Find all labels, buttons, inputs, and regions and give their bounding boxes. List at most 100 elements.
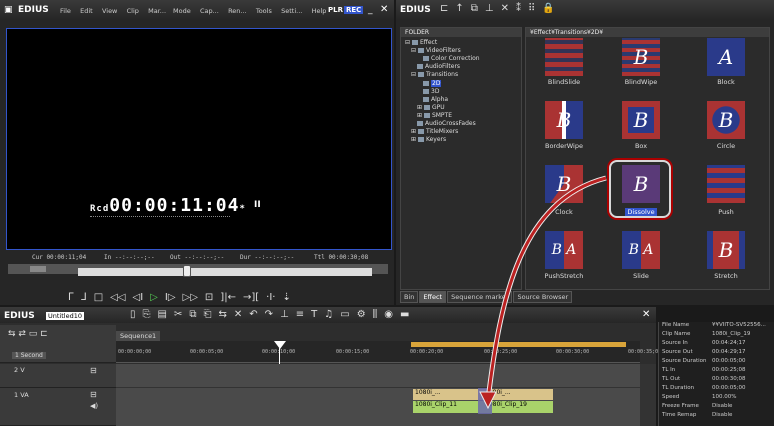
- playhead-marker[interactable]: [274, 341, 286, 349]
- playback-slider[interactable]: [78, 268, 372, 276]
- tile-stretch[interactable]: B: [707, 231, 745, 269]
- tree-item-3d[interactable]: 3D: [423, 88, 439, 95]
- menu-settings[interactable]: Setti...: [281, 7, 302, 15]
- track-1va-icon[interactable]: ⊟: [90, 390, 97, 399]
- insert-icon[interactable]: ]|←: [220, 292, 236, 303]
- tree-item-gpu[interactable]: ⊞ GPU: [417, 104, 445, 111]
- track-tools-icon[interactable]: ⇆ ⇄ ▭ ⊏: [8, 329, 48, 339]
- folder-icon[interactable]: ⊏: [440, 3, 448, 14]
- tile-box[interactable]: B: [622, 101, 660, 139]
- open-icon[interactable]: ⎘: [143, 309, 151, 320]
- cut-icon[interactable]: ✂: [174, 309, 182, 320]
- tree-item-titlemixers[interactable]: ⊞ TitleMixers: [411, 128, 458, 135]
- timescale-select[interactable]: 1 Second: [12, 352, 46, 359]
- tree-item-audiocrossfades[interactable]: AudioCrossFades: [417, 120, 476, 127]
- track-header-1va[interactable]: 1 VA ⊟ ◀): [0, 388, 116, 426]
- menu-mode[interactable]: Mode: [173, 7, 191, 15]
- tile-dissolve[interactable]: B: [622, 165, 660, 203]
- ripple-icon[interactable]: ⇆: [219, 309, 227, 320]
- tab-bin[interactable]: Bin: [400, 291, 419, 303]
- tile-push[interactable]: [707, 165, 745, 203]
- menu-clip[interactable]: Clip: [127, 7, 139, 15]
- menu-tools[interactable]: Tools: [256, 7, 272, 15]
- settings-icon[interactable]: ⚙: [357, 309, 366, 320]
- paste-icon[interactable]: ⎗: [204, 309, 212, 320]
- menu-file[interactable]: File: [60, 7, 71, 15]
- export-icon[interactable]: ⇣: [282, 292, 290, 303]
- project-name[interactable]: Untitled10: [46, 312, 84, 320]
- tree-item-2d[interactable]: 2D: [423, 80, 442, 87]
- clip-a1-left[interactable]: 1080i_Clip_11: [413, 401, 483, 413]
- tile-block[interactable]: A: [707, 38, 745, 76]
- clip-v1-right[interactable]: 1080i_...: [483, 389, 553, 400]
- tile-blindslide[interactable]: [545, 38, 583, 76]
- menu-edit[interactable]: Edit: [80, 7, 93, 15]
- step-back-icon[interactable]: ◁I: [133, 292, 144, 303]
- track-1va-lane[interactable]: [116, 388, 640, 426]
- menu-view[interactable]: View: [102, 7, 117, 15]
- tree-item-audiofilters[interactable]: AudioFilters: [417, 63, 460, 70]
- square-icon[interactable]: □: [94, 292, 103, 303]
- tile-borderwipe[interactable]: B: [545, 101, 583, 139]
- audio-mixer-icon[interactable]: ⫼: [373, 309, 378, 320]
- delete-icon[interactable]: ✕: [501, 3, 509, 14]
- tree-item-alpha[interactable]: Alpha: [423, 96, 448, 103]
- menu-marker[interactable]: Mar...: [148, 7, 166, 15]
- timeline-close-icon[interactable]: ✕: [642, 309, 650, 320]
- record-icon[interactable]: ◉: [384, 309, 393, 320]
- snap-icon[interactable]: ⊥: [280, 309, 289, 320]
- mic-icon[interactable]: ♫: [324, 309, 333, 320]
- tile-slide[interactable]: B A: [622, 231, 660, 269]
- mixer-icon[interactable]: ≡: [296, 309, 304, 320]
- lock-icon[interactable]: 🔒: [542, 3, 554, 14]
- redo-icon[interactable]: ↷: [265, 309, 273, 320]
- save-icon[interactable]: ▤: [158, 309, 167, 320]
- plr-button[interactable]: PLR: [328, 6, 343, 14]
- undo-icon[interactable]: ↶: [249, 309, 257, 320]
- up-icon[interactable]: ↑: [455, 3, 463, 14]
- delete-clip-icon[interactable]: ✕: [234, 309, 242, 320]
- clip-v1-left[interactable]: 1080i_...: [413, 389, 483, 400]
- overwrite-icon[interactable]: →][: [243, 292, 259, 303]
- speaker-icon[interactable]: ◀): [90, 402, 98, 410]
- slider-handle[interactable]: [183, 265, 191, 277]
- new-sequence-icon[interactable]: ▯: [130, 309, 136, 320]
- play-icon[interactable]: ▷: [150, 292, 158, 303]
- tree-item-smpte[interactable]: ⊞ SMPTE: [417, 112, 452, 119]
- tree-item-transitions[interactable]: ⊟ Transitions: [411, 71, 458, 78]
- tree-item-color-correction[interactable]: Color Correction: [423, 55, 480, 62]
- menu-capture[interactable]: Cap...: [200, 7, 219, 15]
- track-2v-icon[interactable]: ⊟: [90, 366, 97, 375]
- title-icon[interactable]: T: [311, 309, 317, 320]
- menu-render[interactable]: Ren...: [228, 7, 247, 15]
- menu-help[interactable]: Help: [312, 7, 327, 15]
- tab-sequence1[interactable]: Sequence1: [116, 331, 161, 341]
- track-header-2v[interactable]: 2 V ⊟: [0, 364, 116, 388]
- track-2v-lane[interactable]: [116, 364, 640, 388]
- tree-item-videofilters[interactable]: ⊟ VideoFilters: [411, 47, 461, 54]
- tree-item-effect[interactable]: ⊟ Effect: [405, 39, 437, 46]
- set-out-icon[interactable]: ᒧ: [81, 292, 87, 303]
- mark-icon[interactable]: ·I·: [266, 292, 275, 303]
- tile-circle[interactable]: B: [707, 101, 745, 139]
- render-icon[interactable]: ▭: [340, 309, 349, 320]
- fast-forward-icon[interactable]: ▷▷: [183, 292, 198, 303]
- loop-icon[interactable]: ⊡: [205, 292, 213, 303]
- rec-button[interactable]: REC: [344, 6, 364, 14]
- set-in-icon[interactable]: ᒥ: [68, 292, 74, 303]
- properties-icon[interactable]: ⁑: [516, 3, 521, 14]
- tile-clock[interactable]: B: [545, 165, 583, 203]
- tab-source-browser[interactable]: Source Browser: [513, 291, 573, 303]
- minimize-icon[interactable]: _: [368, 5, 373, 15]
- menu-icon[interactable]: ▬: [400, 309, 409, 320]
- tab-sequence-marker[interactable]: Sequence marker: [447, 291, 513, 303]
- scroll-thumb[interactable]: [30, 266, 46, 272]
- close-icon[interactable]: ✕: [380, 4, 388, 15]
- tile-pushstretch[interactable]: B A: [545, 231, 583, 269]
- view-icon[interactable]: ⠿: [528, 3, 535, 14]
- timeline-vscroll[interactable]: [640, 364, 656, 426]
- clip-a1-right[interactable]: 1080i_Clip_19: [483, 401, 553, 413]
- transition-drop-target[interactable]: [478, 388, 492, 414]
- tile-blindwipe[interactable]: B: [622, 38, 660, 76]
- rewind-icon[interactable]: ◁◁: [110, 292, 125, 303]
